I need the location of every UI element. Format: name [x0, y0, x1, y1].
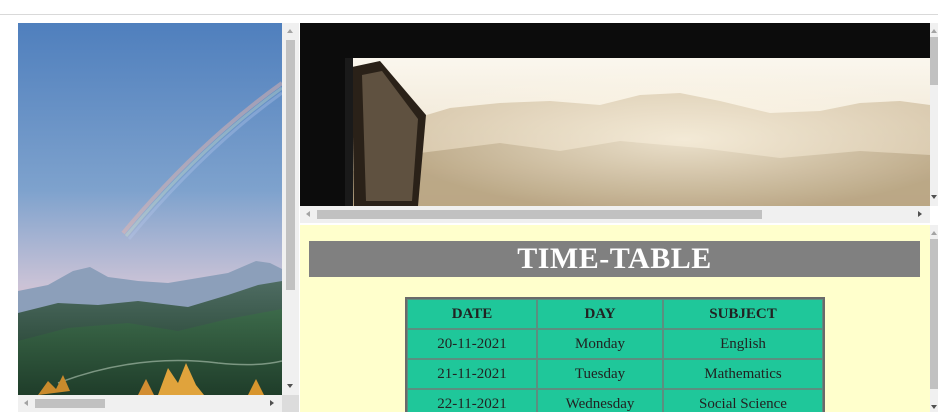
- scroll-up-arrow-icon[interactable]: [287, 29, 293, 33]
- scrollbar-thumb[interactable]: [930, 37, 938, 85]
- day-cell: Wednesday: [537, 389, 663, 412]
- subject-cell: Mathematics: [663, 359, 823, 389]
- scrollbar-thumb[interactable]: [35, 399, 105, 408]
- top-divider: [0, 14, 938, 15]
- day-cell: Tuesday: [537, 359, 663, 389]
- scrollbar-thumb[interactable]: [286, 40, 295, 290]
- left-frame-horizontal-scrollbar[interactable]: [18, 395, 282, 412]
- scroll-down-arrow-icon[interactable]: [931, 195, 937, 199]
- column-header-subject: SUBJECT: [663, 299, 823, 329]
- scrollbar-thumb[interactable]: [930, 239, 938, 389]
- left-frame[interactable]: [18, 23, 299, 412]
- scrollbar-thumb[interactable]: [317, 210, 762, 219]
- scroll-up-arrow-icon[interactable]: [931, 29, 937, 33]
- table-header-row: DATE DAY SUBJECT: [407, 299, 823, 329]
- date-cell: 21-11-2021: [407, 359, 537, 389]
- table-row: 22-11-2021 Wednesday Social Science: [407, 389, 823, 412]
- bottom-right-frame[interactable]: TIME-TABLE DATE DAY SUBJECT 20-11-2021 M…: [300, 225, 938, 412]
- scroll-up-arrow-icon[interactable]: [931, 231, 937, 235]
- timetable-heading: TIME-TABLE: [309, 241, 920, 277]
- date-cell: 20-11-2021: [407, 329, 537, 359]
- day-cell: Monday: [537, 329, 663, 359]
- top-right-frame[interactable]: [300, 23, 938, 223]
- column-header-day: DAY: [537, 299, 663, 329]
- mountain-rainbow-image: [18, 23, 282, 395]
- scroll-right-arrow-icon[interactable]: [270, 400, 274, 406]
- scroll-right-arrow-icon[interactable]: [918, 211, 922, 217]
- subject-cell: English: [663, 329, 823, 359]
- column-header-date: DATE: [407, 299, 537, 329]
- scroll-down-arrow-icon[interactable]: [931, 405, 937, 409]
- scroll-down-arrow-icon[interactable]: [287, 384, 293, 388]
- subject-cell: Social Science: [663, 389, 823, 412]
- table-row: 21-11-2021 Tuesday Mathematics: [407, 359, 823, 389]
- left-frame-vertical-scrollbar[interactable]: [282, 23, 299, 395]
- scroll-left-arrow-icon[interactable]: [306, 211, 310, 217]
- timetable-page: TIME-TABLE DATE DAY SUBJECT 20-11-2021 M…: [300, 225, 930, 412]
- scrollbar-corner: [282, 395, 299, 412]
- window-misty-hills-image: [300, 23, 930, 206]
- scroll-left-arrow-icon[interactable]: [24, 400, 28, 406]
- top-frame-vertical-scrollbar[interactable]: [930, 23, 938, 206]
- table-row: 20-11-2021 Monday English: [407, 329, 823, 359]
- bottom-frame-vertical-scrollbar[interactable]: [930, 225, 938, 412]
- top-frame-horizontal-scrollbar[interactable]: [300, 206, 930, 223]
- date-cell: 22-11-2021: [407, 389, 537, 412]
- timetable-table: DATE DAY SUBJECT 20-11-2021 Monday Engli…: [405, 297, 825, 412]
